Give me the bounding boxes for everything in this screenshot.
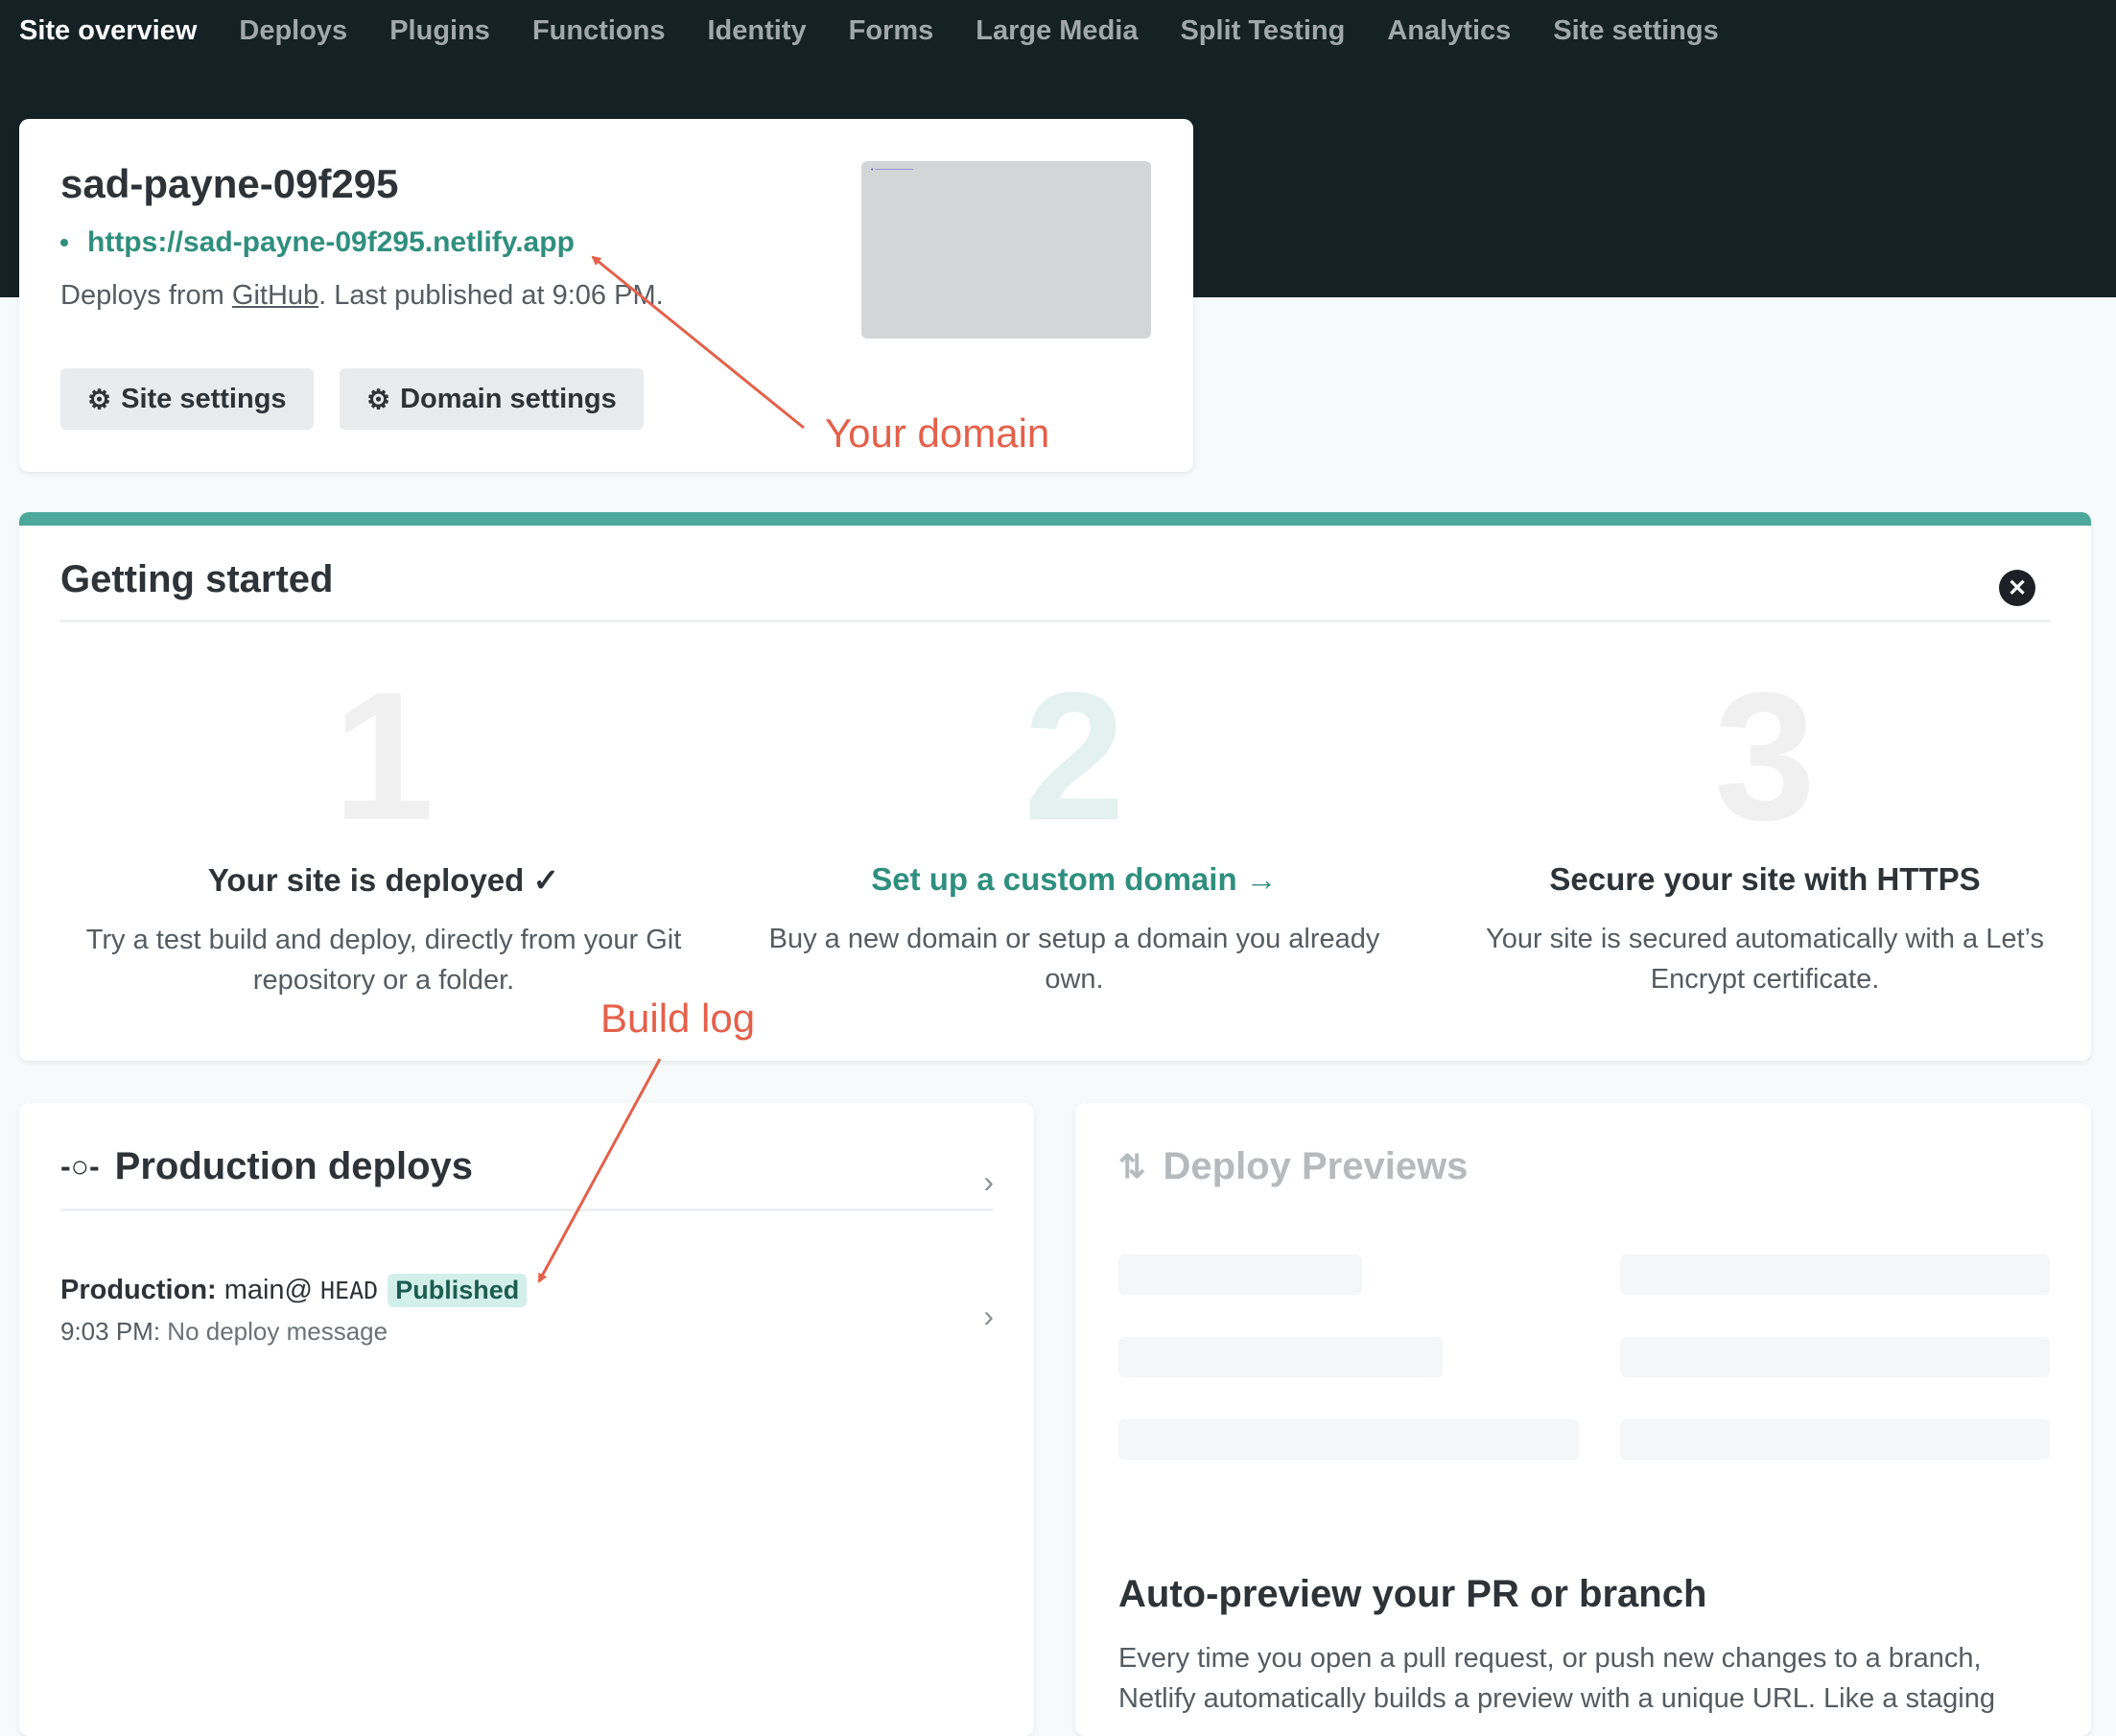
production-deploys-title: Production deploys — [114, 1145, 473, 1187]
deploy-ref-head: HEAD — [320, 1277, 379, 1304]
deploy-details: 9:03 PM: No deploy message — [60, 1317, 993, 1347]
nav-forms[interactable]: Forms — [849, 15, 934, 47]
nav-site-overview[interactable]: Site overview — [19, 15, 197, 47]
gear-icon: ⚙ — [87, 384, 112, 414]
deploy-prefix: Production: — [60, 1275, 217, 1305]
nav-large-media[interactable]: Large Media — [976, 15, 1138, 47]
nav-split-testing[interactable]: Split Testing — [1180, 15, 1345, 47]
deploy-previews-title: Deploy Previews — [1163, 1145, 1469, 1187]
site-settings-label: Site settings — [121, 383, 287, 414]
accent-bar — [19, 512, 2091, 526]
nav-deploys[interactable]: Deploys — [239, 15, 347, 47]
site-preview-thumbnail[interactable]: • ──────── — [861, 161, 1151, 339]
skeleton-placeholder — [1620, 1255, 2050, 1295]
site-url-link[interactable]: https://sad-payne-09f295.netlify.app — [60, 226, 575, 259]
divider — [60, 620, 2050, 622]
divider — [60, 1208, 993, 1211]
deploy-previews-header: ⇅ Deploy Previews — [1118, 1145, 1468, 1188]
nav-identity[interactable]: Identity — [707, 15, 806, 47]
commit-icon: -○- — [60, 1149, 100, 1184]
deploy-message: No deploy message — [167, 1317, 388, 1346]
nav-plugins[interactable]: Plugins — [389, 15, 490, 47]
step-description: Your site is secured automatically with … — [1486, 924, 2044, 995]
domain-settings-label: Domain settings — [400, 383, 617, 414]
skeleton-placeholder — [1620, 1337, 2050, 1377]
chevron-right-icon[interactable]: › — [983, 1299, 994, 1334]
custom-domain-link[interactable]: Set up a custom domain → — [748, 861, 1400, 898]
step-number: 2 — [1023, 655, 1125, 858]
pull-request-icon: ⇅ — [1118, 1148, 1146, 1185]
site-settings-button[interactable]: ⚙ Site settings — [60, 368, 314, 430]
your-domain-annotation: Your domain — [825, 411, 1050, 456]
step-deployed: 1 Your site is deployed ✓ Try a test bui… — [58, 666, 710, 1000]
site-nav: Site overview Deploys Plugins Functions … — [0, 0, 1761, 61]
nav-functions[interactable]: Functions — [532, 15, 666, 47]
deploy-ref: main@ — [223, 1275, 313, 1305]
domain-settings-button[interactable]: ⚙ Domain settings — [340, 368, 644, 430]
github-link[interactable]: GitHub — [232, 280, 318, 311]
site-url-text: https://sad-payne-09f295.netlify.app — [87, 226, 575, 258]
skeleton-placeholder — [1118, 1337, 1443, 1377]
status-badge: Published — [388, 1274, 528, 1307]
getting-started-title: Getting started — [60, 558, 334, 600]
step-description: Buy a new domain or setup a domain you a… — [768, 924, 1380, 995]
production-deploys-header[interactable]: -○- Production deploys — [60, 1145, 473, 1188]
production-deploys-card: -○- Production deploys › Production: mai… — [19, 1103, 1034, 1736]
build-log-annotation: Build log — [600, 996, 756, 1041]
step-title: Your site is deployed ✓ — [207, 862, 560, 898]
meta-prefix: Deploys from — [60, 280, 232, 311]
chevron-right-icon[interactable]: › — [983, 1164, 994, 1200]
skeleton-placeholder — [1620, 1419, 2050, 1460]
step-custom-domain: 2 Set up a custom domain → Buy a new dom… — [748, 666, 1400, 999]
skeleton-placeholder — [1118, 1255, 1362, 1295]
nav-site-settings[interactable]: Site settings — [1553, 15, 1718, 47]
site-name: sad-payne-09f295 — [60, 161, 399, 206]
auto-preview-title: Auto-preview your PR or branch — [1118, 1573, 1707, 1615]
site-deploy-meta: Deploys from GitHub. Last published at 9… — [60, 280, 664, 312]
deploy-time: 9:03 PM: — [60, 1317, 161, 1346]
deploy-list-item[interactable]: Production: main@ HEAD Published 9:03 PM:… — [60, 1274, 993, 1347]
bullet-icon — [60, 239, 68, 246]
nav-analytics[interactable]: Analytics — [1387, 15, 1511, 47]
step-https: 3 Secure your site with HTTPS Your site … — [1439, 666, 2091, 999]
step-number: 1 — [333, 655, 435, 858]
gear-icon: ⚙ — [366, 384, 391, 414]
skeleton-placeholder — [1118, 1419, 1579, 1460]
deploy-summary: Production: main@ HEAD Published — [60, 1274, 993, 1307]
step-title: Secure your site with HTTPS — [1549, 861, 1981, 897]
deploy-previews-card: ⇅ Deploy Previews Auto-preview your PR o… — [1075, 1103, 2091, 1736]
close-icon[interactable]: ✕ — [1999, 570, 2035, 606]
getting-started-card: Getting started ✕ 1 Your site is deploye… — [19, 512, 2091, 1061]
meta-suffix: . Last published at 9:06 PM. — [318, 280, 664, 311]
step-description: Try a test build and deploy, directly fr… — [85, 925, 682, 996]
auto-preview-description: Every time you open a pull request, or p… — [1118, 1643, 1995, 1714]
thumbnail-content: • ──────── — [871, 167, 914, 174]
step-number: 3 — [1714, 655, 1816, 858]
